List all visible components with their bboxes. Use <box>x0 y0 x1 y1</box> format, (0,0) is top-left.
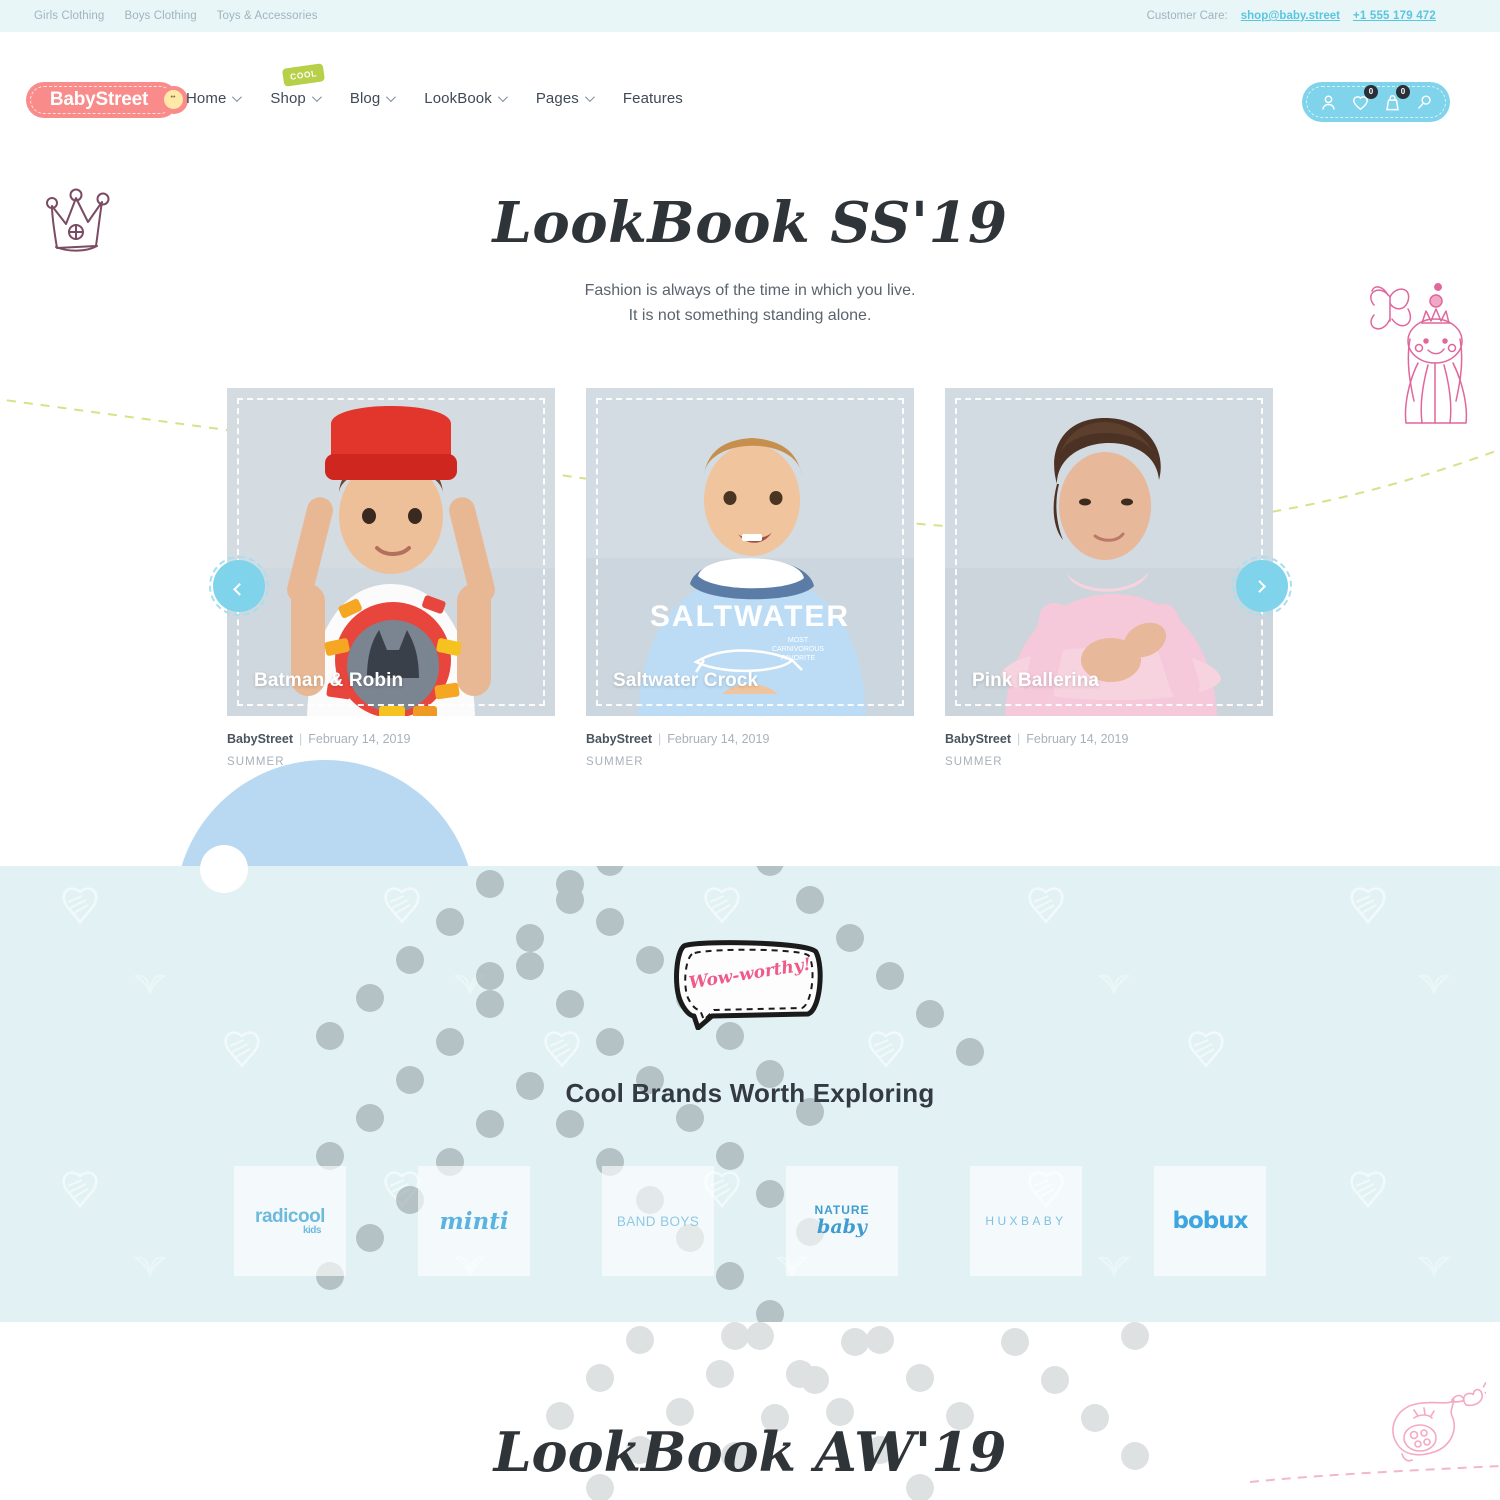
brands-section-title: Cool Brands Worth Exploring <box>565 1078 935 1108</box>
brand-logo-minti[interactable]: minti <box>418 1166 530 1276</box>
hero-section: LookBook SS'19 Fashion is always of the … <box>0 110 1500 860</box>
brand-label: minti <box>439 1207 509 1235</box>
chevron-down-icon <box>584 92 595 103</box>
topbar-contact: Customer Care: shop@baby.street +1 555 1… <box>1147 10 1500 22</box>
lookbook-card[interactable]: SALTWATER MOST CARNIVOROUS FAVORITE Salt… <box>586 388 914 768</box>
card-author[interactable]: BabyStreet <box>945 732 1011 746</box>
brands-section: Wow-worthy! Cool Brands Worth Exploring … <box>0 866 1500 1322</box>
lookbook-card[interactable]: Pink Ballerina BabyStreet | February 14,… <box>945 388 1273 768</box>
card-meta: BabyStreet | February 14, 2019 <box>227 732 555 746</box>
lookbook-card[interactable]: Batman & Robin BabyStreet | February 14,… <box>227 388 555 768</box>
card-date: February 14, 2019 <box>1026 732 1129 746</box>
card-dashed-border <box>237 398 545 706</box>
chevron-down-icon <box>497 92 508 103</box>
card-image-saltwater-crock[interactable]: SALTWATER MOST CARNIVOROUS FAVORITE Salt… <box>586 388 914 716</box>
logo-babystreet[interactable]: BabyStreet •• <box>26 82 188 118</box>
card-title: Saltwater Crock <box>613 670 759 691</box>
brand-label: NATURE <box>814 1202 870 1217</box>
nav-badge-cool: COOL <box>282 63 326 87</box>
card-category[interactable]: SUMMER <box>945 756 1273 768</box>
bottom-section: LookBook AW'19 <box>0 1322 1500 1500</box>
chevron-left-icon <box>232 582 246 596</box>
nav-label-blog: Blog <box>349 90 381 107</box>
cart-count-badge: 0 <box>1396 85 1410 99</box>
chevron-down-icon <box>386 92 397 103</box>
topbar-category-links: Girls Clothing Boys Clothing Toys & Acce… <box>0 10 318 22</box>
page-subtitle: Fashion is always of the time in which y… <box>0 278 1500 328</box>
nav-label-shop: Shop <box>270 90 306 107</box>
page-title: LookBook SS'19 <box>492 190 1008 256</box>
bear-face-glyph: •• <box>170 94 176 101</box>
brand-label: BAND BOYS <box>616 1213 700 1229</box>
topbar-link-toys-accessories[interactable]: Toys & Accessories <box>217 10 318 22</box>
nav-item-home[interactable]: Home <box>186 90 243 107</box>
brand-logo-bobux[interactable]: bobux <box>1154 1166 1266 1276</box>
nav-item-shop[interactable]: COOL Shop <box>270 63 326 107</box>
brand-logo-band-boys[interactable]: BAND BOYS <box>602 1166 714 1276</box>
card-meta-separator: | <box>658 732 662 746</box>
chevron-down-icon <box>232 92 243 103</box>
account-button[interactable] <box>1315 89 1341 115</box>
nav-label-lookbook: LookBook <box>424 90 492 107</box>
brand-logo-huxbaby[interactable]: HUXBABY <box>970 1166 1082 1276</box>
user-icon <box>1321 94 1335 110</box>
chevron-down-icon <box>311 92 322 103</box>
search-icon <box>1417 94 1431 109</box>
brand-label: HUXBABY <box>985 1214 1067 1228</box>
card-meta-separator: | <box>1017 732 1021 746</box>
card-meta-separator: | <box>299 732 303 746</box>
search-button[interactable] <box>1411 89 1437 115</box>
wow-worthy-speech-bubble: Wow-worthy! <box>668 938 830 1031</box>
brand-logo-nature-baby[interactable]: NATURE baby <box>786 1166 898 1276</box>
carousel-next-button[interactable] <box>1232 556 1292 616</box>
logo-text: BabyStreet <box>49 89 149 110</box>
brand-label: radicool <box>255 1206 325 1227</box>
utility-topbar: Girls Clothing Boys Clothing Toys & Acce… <box>0 0 1500 32</box>
chevron-right-icon <box>1252 579 1266 593</box>
card-author[interactable]: BabyStreet <box>227 732 293 746</box>
card-dashed-border <box>596 398 904 706</box>
brand-logo-radicool-kids[interactable]: radicool kids <box>234 1166 346 1276</box>
brand-label: bobux <box>1172 1208 1249 1234</box>
subtitle-line-2: It is not something standing alone. <box>628 307 872 324</box>
brand-logo-list: radicool kids minti BAND BOYS NATURE bab… <box>0 1166 1500 1276</box>
card-meta: BabyStreet | February 14, 2019 <box>586 732 914 746</box>
wishlist-button[interactable]: 0 <box>1347 85 1378 115</box>
brand-sublabel: baby <box>817 1216 867 1239</box>
subtitle-line-1: Fashion is always of the time in which y… <box>584 282 916 299</box>
topbar-link-girls-clothing[interactable]: Girls Clothing <box>34 10 104 22</box>
wishlist-count-badge: 0 <box>1364 85 1378 99</box>
page-root: Girls Clothing Boys Clothing Toys & Acce… <box>0 0 1500 1500</box>
bottom-section-title: LookBook AW'19 <box>493 1420 1007 1484</box>
main-navigation: Home COOL Shop Blog LookBook Pages Featu… <box>186 63 683 107</box>
card-category[interactable]: SUMMER <box>586 756 914 768</box>
cart-button[interactable]: 0 <box>1379 85 1410 115</box>
card-category[interactable]: SUMMER <box>227 756 555 768</box>
nav-label-home: Home <box>186 90 227 107</box>
nav-item-features[interactable]: Features <box>623 90 683 107</box>
nav-item-lookbook[interactable]: LookBook <box>424 90 508 107</box>
card-author[interactable]: BabyStreet <box>586 732 652 746</box>
card-image-pink-ballerina[interactable]: Pink Ballerina <box>945 388 1273 716</box>
header-icon-bar: 0 0 <box>1302 82 1450 122</box>
card-date: February 14, 2019 <box>308 732 411 746</box>
topbar-link-boys-clothing[interactable]: Boys Clothing <box>124 10 196 22</box>
card-title: Pink Ballerina <box>972 670 1100 691</box>
site-header: BabyStreet •• Home COOL Shop Blog LookBo… <box>0 32 1500 122</box>
nav-label-pages: Pages <box>535 90 579 107</box>
customer-care-email[interactable]: shop@baby.street <box>1241 10 1340 22</box>
card-date: February 14, 2019 <box>667 732 770 746</box>
card-meta: BabyStreet | February 14, 2019 <box>945 732 1273 746</box>
customer-care-phone[interactable]: +1 555 179 472 <box>1353 10 1436 22</box>
card-title: Batman & Robin <box>254 670 404 691</box>
nav-label-features: Features <box>622 90 683 107</box>
card-dashed-border <box>955 398 1263 706</box>
blue-blob-hole-decoration <box>200 845 248 893</box>
customer-care-label: Customer Care: <box>1146 10 1228 22</box>
card-image-batman-robin[interactable]: Batman & Robin <box>227 388 555 716</box>
nav-item-blog[interactable]: Blog <box>349 90 397 107</box>
nav-item-pages[interactable]: Pages <box>535 90 595 107</box>
carousel-prev-button[interactable] <box>209 556 269 616</box>
